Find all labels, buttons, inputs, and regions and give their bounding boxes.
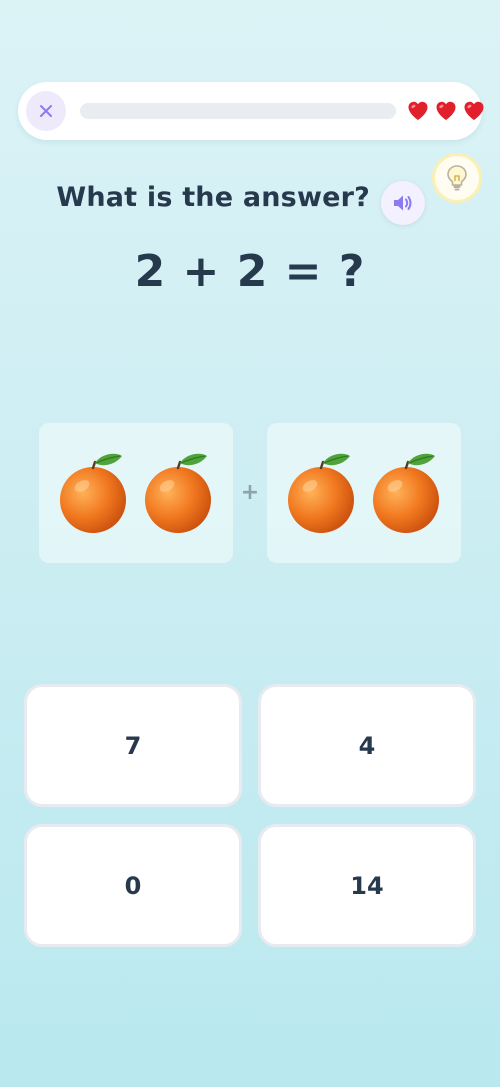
close-icon (40, 105, 52, 117)
close-button[interactable] (26, 91, 66, 131)
answer-option[interactable]: 7 (24, 684, 242, 807)
orange-icon (59, 453, 126, 533)
right-fruit-group (267, 423, 461, 563)
heart-icon (408, 101, 428, 120)
heart-icon (464, 101, 484, 120)
answer-option[interactable]: 4 (258, 684, 476, 807)
equation: 2 + 2 = ? (134, 246, 366, 297)
answer-option[interactable]: 0 (24, 824, 242, 947)
answer-option[interactable]: 14 (258, 824, 476, 947)
heart-icon (436, 101, 456, 120)
plus-operator: + (240, 480, 260, 505)
question-text: What is the answer? (56, 182, 370, 213)
progress-bar (80, 103, 396, 119)
lives-indicator (406, 99, 486, 123)
orange-icon (287, 453, 354, 533)
orange-icon (144, 453, 211, 533)
audio-button[interactable] (381, 181, 425, 225)
orange-icon (372, 453, 439, 533)
top-bar (18, 82, 484, 140)
left-fruit-group (39, 423, 233, 563)
speaker-icon (394, 195, 412, 211)
lightbulb-icon (447, 165, 467, 191)
